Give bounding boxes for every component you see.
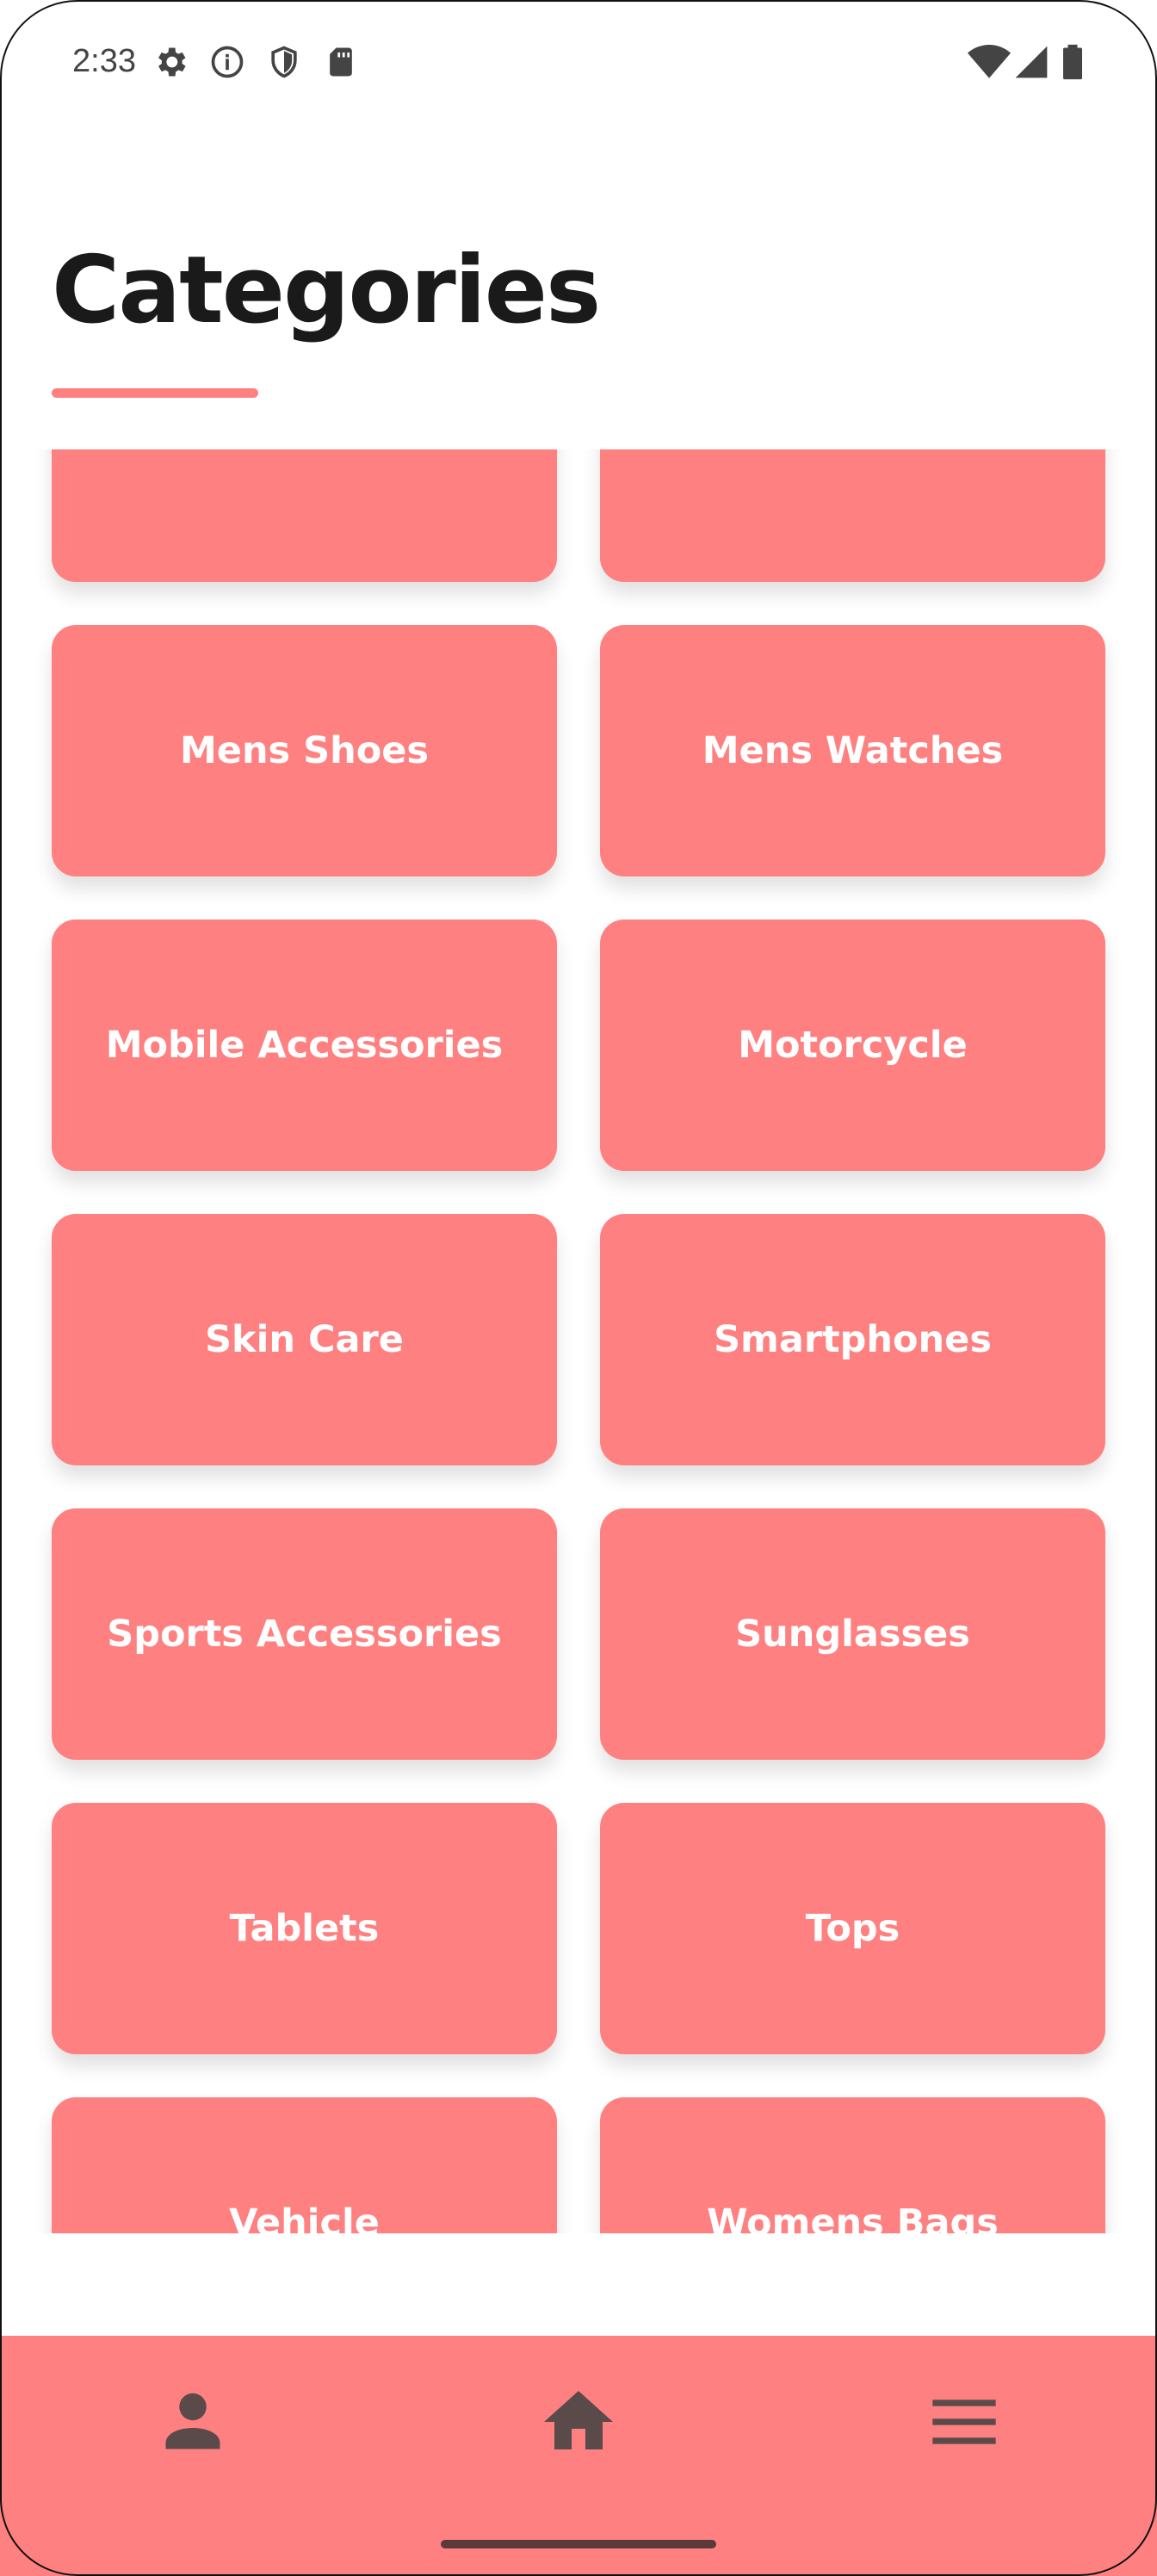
category-card-tops[interactable]: Tops — [600, 1803, 1105, 2054]
page-title: Categories — [52, 237, 601, 344]
gear-icon — [158, 47, 186, 77]
category-card-sports-accessories[interactable]: Sports Accessories — [52, 1508, 557, 1760]
gesture-navigation-bar[interactable] — [441, 2540, 716, 2548]
category-card-vehicle[interactable]: Vehicle — [52, 2097, 557, 2233]
menu-icon — [932, 2400, 996, 2444]
category-card-sunglasses[interactable]: Sunglasses — [600, 1508, 1105, 1760]
category-card-motorcycle[interactable]: Motorcycle — [600, 920, 1105, 1171]
person-icon — [165, 2393, 220, 2449]
category-card-womens-bags[interactable]: Womens Bags — [600, 2097, 1105, 2233]
nav-menu-button[interactable] — [913, 2370, 1016, 2474]
nav-home-button[interactable] — [527, 2370, 630, 2474]
shield-icon — [271, 46, 297, 78]
category-card-mens-watches[interactable]: Mens Watches — [600, 625, 1105, 876]
category-card[interactable] — [600, 449, 1105, 582]
category-card-mens-shoes[interactable]: Mens Shoes — [52, 625, 557, 876]
title-underline — [52, 388, 258, 398]
category-card-smartphones[interactable]: Smartphones — [600, 1214, 1105, 1465]
signal-icon — [1015, 46, 1048, 78]
category-grid: Mens Shoes Mens Watches Mobile Accessori… — [52, 449, 1105, 2233]
status-bar: 2:33 — [0, 0, 1157, 129]
nav-profile-button[interactable] — [141, 2370, 244, 2474]
info-icon — [211, 46, 244, 78]
wifi-icon — [968, 45, 1011, 78]
category-card-skin-care[interactable]: Skin Care — [52, 1214, 557, 1465]
status-time: 2:33 — [72, 43, 136, 79]
battery-icon — [1063, 44, 1082, 80]
home-icon — [544, 2391, 613, 2449]
category-card-mobile-accessories[interactable]: Mobile Accessories — [52, 920, 557, 1171]
category-card-tablets[interactable]: Tablets — [52, 1803, 557, 2054]
category-card[interactable] — [52, 449, 557, 582]
category-grid-viewport[interactable]: Mens Shoes Mens Watches Mobile Accessori… — [0, 449, 1157, 2233]
sd-card-icon — [330, 47, 352, 77]
